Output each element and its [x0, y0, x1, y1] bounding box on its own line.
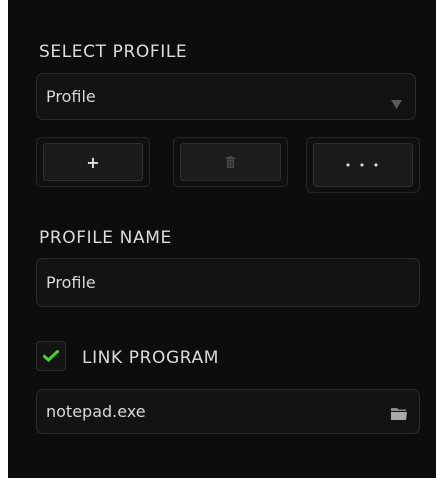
profile-name-heading: PROFILE NAME: [39, 228, 172, 248]
trash-icon: [226, 153, 235, 172]
folder-icon[interactable]: [391, 405, 407, 424]
checkmark-icon: [42, 347, 60, 366]
select-profile-heading: SELECT PROFILE: [39, 42, 188, 62]
more-options-button-well: • • •: [306, 137, 420, 193]
add-profile-label: +: [86, 152, 100, 172]
profile-dropdown[interactable]: Profile: [36, 73, 416, 120]
delete-profile-button[interactable]: [180, 143, 281, 181]
triangle-down-icon: [391, 94, 402, 113]
link-program-label: LINK PROGRAM: [82, 348, 219, 368]
link-program-checkbox[interactable]: [36, 341, 66, 371]
profile-name-value: Profile: [46, 273, 96, 292]
profile-name-input[interactable]: Profile: [36, 258, 420, 307]
add-profile-button-well: +: [36, 137, 150, 187]
more-options-label: • • •: [344, 158, 382, 172]
profile-panel: SELECT PROFILE Profile + • • • PROFILE N…: [8, 0, 436, 478]
program-path-input[interactable]: notepad.exe: [36, 389, 420, 434]
add-profile-button[interactable]: +: [43, 143, 143, 181]
more-options-button[interactable]: • • •: [313, 143, 413, 187]
profile-dropdown-value: Profile: [46, 87, 96, 106]
delete-profile-button-well: [173, 137, 288, 187]
program-path-value: notepad.exe: [46, 402, 146, 421]
